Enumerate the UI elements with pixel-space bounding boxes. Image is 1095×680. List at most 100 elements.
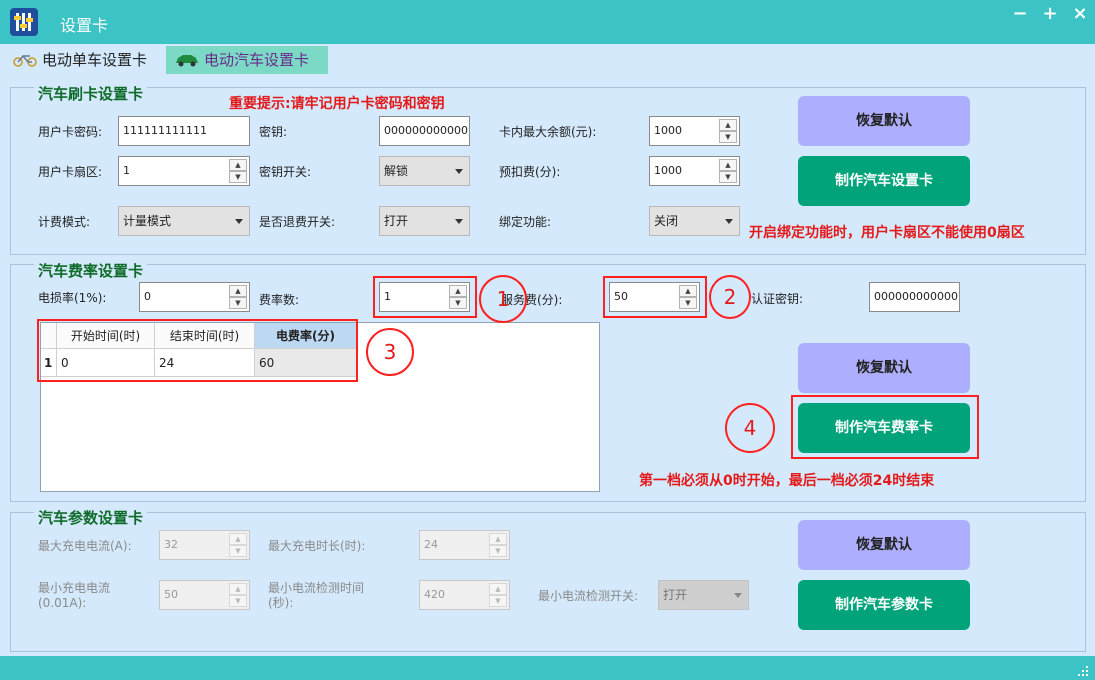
user-sector-label: 用户卡扇区:	[38, 165, 103, 179]
annotation-circle-2: 2	[709, 275, 751, 319]
max-current-value: 32	[164, 538, 178, 551]
loss-rate-label: 电损率(1%):	[38, 291, 107, 305]
spin-up-icon[interactable]: ▲	[719, 159, 737, 171]
min-detect-switch-value: 打开	[663, 588, 688, 602]
spin-down-icon[interactable]: ▼	[489, 595, 507, 607]
spin-up-icon[interactable]: ▲	[719, 119, 737, 131]
max-duration-value: 24	[424, 538, 438, 551]
minimize-icon[interactable]: −	[1008, 4, 1032, 28]
chevron-down-icon	[235, 219, 243, 224]
bind-function-label: 绑定功能:	[499, 215, 552, 229]
chevron-down-icon	[725, 219, 733, 224]
window-title: 设置卡	[60, 16, 109, 35]
max-current-label: 最大充电电流(A):	[38, 539, 132, 553]
spin-up-icon[interactable]: ▲	[489, 533, 507, 545]
make-car-param-card-button[interactable]: 制作汽车参数卡	[798, 580, 970, 630]
bind-function-value: 关闭	[654, 214, 679, 228]
app-icon	[10, 8, 38, 36]
spin-down-icon[interactable]: ▼	[229, 595, 247, 607]
spin-down-icon[interactable]: ▼	[229, 171, 247, 183]
spin-up-icon[interactable]: ▲	[229, 583, 247, 595]
card-settings-title: 汽车刷卡设置卡	[34, 84, 148, 104]
annotation-circle-4: 4	[725, 403, 775, 453]
min-detect-switch-select[interactable]: 打开	[658, 580, 749, 610]
annotation-box-1	[373, 276, 477, 318]
min-detect-time-unit-label: (秒):	[268, 596, 294, 610]
car-icon	[176, 55, 198, 67]
spin-up-icon[interactable]: ▲	[229, 159, 247, 171]
rate-warning: 第一档必须从0时开始，最后一档必须24时结束	[639, 473, 935, 489]
key-input[interactable]: 000000000000	[379, 116, 470, 146]
max-duration-stepper[interactable]: 24 ▲ ▼	[419, 530, 510, 560]
chevron-down-icon	[734, 593, 742, 598]
tab-label: 电动汽车设置卡	[204, 51, 310, 69]
restore-param-defaults-button[interactable]: 恢复默认	[798, 520, 970, 570]
bicycle-icon	[13, 54, 37, 67]
make-car-settings-card-button[interactable]: 制作汽车设置卡	[798, 156, 970, 206]
restore-rate-defaults-button[interactable]: 恢复默认	[798, 343, 970, 393]
prepay-stepper[interactable]: 1000 ▲ ▼	[649, 156, 740, 186]
min-current-label: 最小充电电流	[38, 581, 111, 595]
refund-switch-value: 打开	[384, 214, 409, 228]
prepay-value: 1000	[654, 164, 682, 177]
spin-up-icon[interactable]: ▲	[229, 285, 247, 297]
chevron-down-icon	[455, 219, 463, 224]
spin-up-icon[interactable]: ▲	[229, 533, 247, 545]
close-icon[interactable]: ×	[1068, 4, 1092, 28]
key-switch-value: 解锁	[384, 164, 409, 178]
auth-key-label: 认证密钥:	[751, 292, 804, 306]
rate-settings-title: 汽车费率设置卡	[34, 261, 148, 281]
max-balance-value: 1000	[654, 124, 682, 137]
min-detect-switch-label: 最小电流检测开关:	[538, 589, 639, 603]
spin-down-icon[interactable]: ▼	[719, 171, 737, 183]
key-switch-label: 密钥开关:	[259, 165, 312, 179]
chevron-down-icon	[455, 169, 463, 174]
prepay-label: 预扣费(分):	[499, 165, 561, 179]
spin-down-icon[interactable]: ▼	[719, 131, 737, 143]
bind-function-select[interactable]: 关闭	[649, 206, 740, 236]
spin-up-icon[interactable]: ▲	[489, 583, 507, 595]
restore-card-defaults-button[interactable]: 恢复默认	[798, 96, 970, 146]
annotation-box-2	[603, 276, 707, 318]
annotation-circle-3: 3	[366, 328, 414, 376]
billing-mode-label: 计费模式:	[38, 215, 91, 229]
status-bar	[0, 656, 1095, 680]
spin-down-icon[interactable]: ▼	[229, 297, 247, 309]
user-password-input[interactable]: 111111111111	[118, 116, 250, 146]
max-current-stepper[interactable]: 32 ▲ ▼	[159, 530, 250, 560]
user-sector-value: 1	[123, 164, 130, 177]
billing-mode-select[interactable]: 计量模式	[118, 206, 250, 236]
min-current-stepper[interactable]: 50 ▲ ▼	[159, 580, 250, 610]
user-password-label: 用户卡密码:	[38, 125, 103, 139]
maximize-icon[interactable]: +	[1038, 4, 1062, 28]
bind-warning: 开启绑定功能时，用户卡扇区不能使用0扇区	[749, 225, 1025, 241]
max-balance-stepper[interactable]: 1000 ▲ ▼	[649, 116, 740, 146]
param-settings-title: 汽车参数设置卡	[34, 508, 148, 528]
min-detect-time-label: 最小电流检测时间	[268, 581, 365, 595]
important-notice: 重要提示:请牢记用户卡密码和密钥	[229, 96, 445, 112]
loss-rate-value: 0	[144, 290, 151, 303]
refund-switch-label: 是否退费开关:	[259, 215, 336, 229]
auth-key-input[interactable]: 000000000000	[869, 282, 960, 312]
resize-grip-icon[interactable]	[1076, 664, 1090, 678]
title-bar	[0, 0, 1095, 44]
rate-count-label: 费率数:	[259, 293, 300, 307]
min-detect-time-stepper[interactable]: 420 ▲ ▼	[419, 580, 510, 610]
key-switch-select[interactable]: 解锁	[379, 156, 470, 186]
spin-down-icon[interactable]: ▼	[229, 545, 247, 557]
annotation-circle-1: 1	[479, 275, 527, 323]
min-detect-time-value: 420	[424, 588, 445, 601]
annotation-box-3	[37, 319, 358, 382]
user-sector-stepper[interactable]: 1 ▲ ▼	[118, 156, 250, 186]
tab-car-settings[interactable]: 电动汽车设置卡	[166, 46, 328, 74]
min-current-unit-label: (0.01A):	[38, 596, 87, 610]
billing-mode-value: 计量模式	[123, 214, 172, 228]
annotation-box-4	[791, 395, 979, 459]
spin-down-icon[interactable]: ▼	[489, 545, 507, 557]
key-label: 密钥:	[259, 125, 288, 139]
tab-bike-settings[interactable]: 电动单车设置卡	[4, 46, 162, 74]
refund-switch-select[interactable]: 打开	[379, 206, 470, 236]
tab-label: 电动单车设置卡	[42, 51, 148, 69]
max-duration-label: 最大充电时长(时):	[268, 539, 366, 553]
loss-rate-stepper[interactable]: 0 ▲ ▼	[139, 282, 250, 312]
